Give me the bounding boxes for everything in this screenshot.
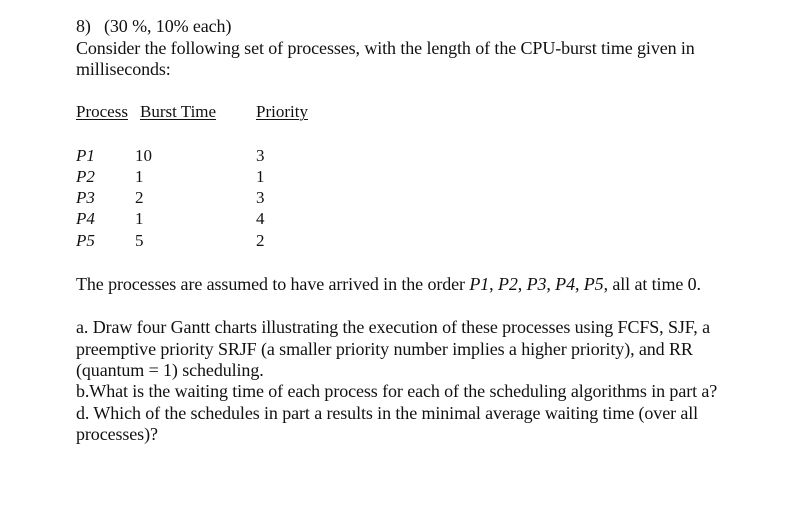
header-burst-time: Burst Time [140, 102, 217, 121]
arrival-suffix: , all at time 0. [603, 274, 701, 294]
arrival-p4: P4 [555, 274, 575, 294]
part-b: b.What is the waiting time of each proce… [76, 381, 718, 401]
header-process: Process [76, 102, 128, 121]
priority: 3 [256, 188, 265, 207]
arrival-p1: P1 [469, 274, 490, 294]
burst-time: 5 [135, 231, 144, 250]
question-marks: (30 %, 10% each) [104, 16, 232, 36]
part-d-line-2: processes)? [76, 424, 158, 444]
process-name: P4 [76, 209, 95, 228]
part-d-line-1: d. Which of the schedules in part a resu… [76, 403, 699, 423]
process-name: P3 [76, 188, 95, 207]
arrival-p5: P5 [583, 274, 604, 294]
arrival-prefix: The processes are assumed to have arrive… [76, 274, 470, 294]
question-header: 8) (30 %, 10% each) [76, 16, 231, 36]
part-a-line-2: preemptive priority SRJF (a smaller prio… [76, 339, 693, 359]
priority: 4 [256, 209, 265, 228]
arrival-p2: P2 [497, 274, 518, 294]
priority: 1 [256, 167, 265, 186]
arrival-statement: The processes are assumed to have arrive… [76, 274, 701, 294]
intro-line-1: Consider the following set of processes,… [76, 38, 695, 58]
intro-line-2: milliseconds: [76, 59, 171, 79]
burst-time: 1 [135, 167, 144, 186]
priority: 3 [256, 146, 265, 165]
question-number: 8) [76, 16, 91, 36]
document-page: 8) (30 %, 10% each) Consider the followi… [0, 0, 811, 530]
header-priority: Priority [256, 102, 308, 121]
part-a-line-3: (quantum = 1) scheduling. [76, 360, 264, 380]
burst-time: 10 [135, 146, 152, 165]
process-name: P2 [76, 167, 95, 186]
process-name: P5 [76, 231, 95, 250]
priority: 2 [256, 231, 265, 250]
process-name: P1 [76, 146, 95, 165]
part-a-line-1: a. Draw four Gantt charts illustrating t… [76, 317, 710, 337]
burst-time: 2 [135, 188, 144, 207]
burst-time: 1 [135, 209, 144, 228]
arrival-p3: P3 [526, 274, 547, 294]
